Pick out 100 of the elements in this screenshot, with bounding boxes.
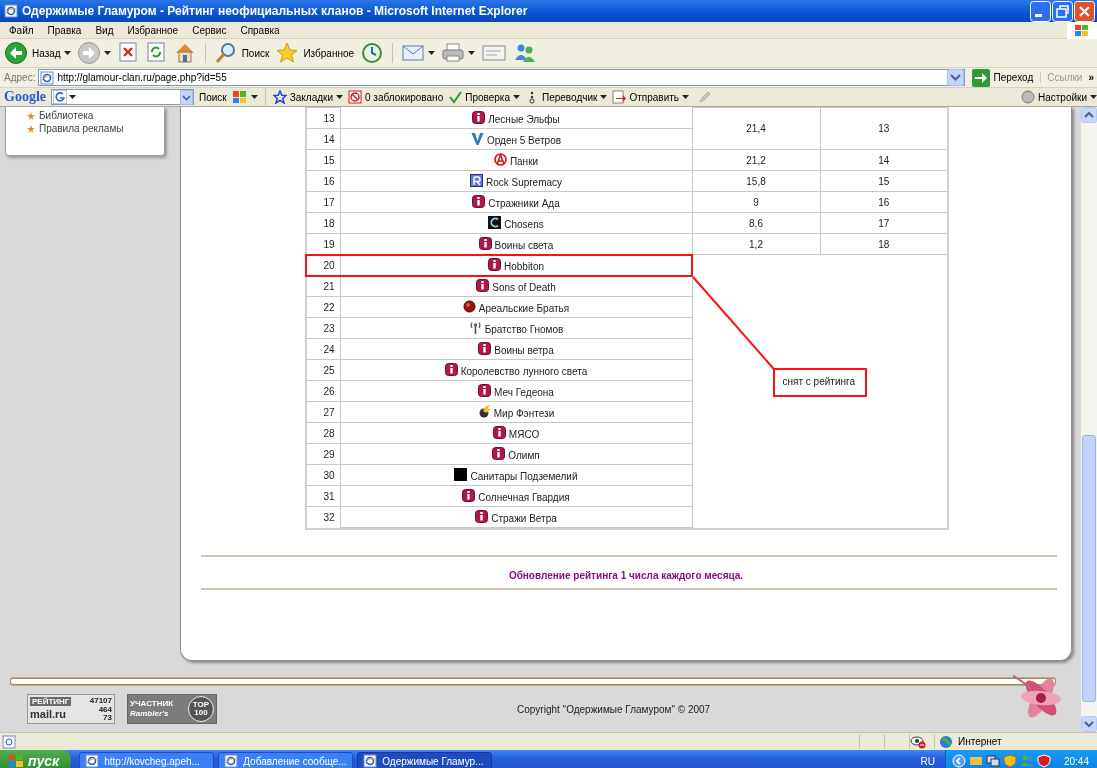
taskbar-button[interactable]: Одержимые Гламур... bbox=[357, 752, 493, 768]
google-logo: Google bbox=[4, 89, 46, 105]
globe-icon bbox=[939, 734, 953, 749]
rank-cell: 24 bbox=[306, 338, 340, 360]
clan-name[interactable]: Солнечная Гвардия bbox=[478, 488, 570, 503]
dropdown-icon[interactable] bbox=[180, 89, 193, 105]
address-field[interactable]: http://glamour-clan.ru/page.php?id=55 bbox=[38, 69, 965, 86]
page-icon bbox=[2, 734, 16, 749]
clan-name[interactable]: Меч Гедеона bbox=[494, 383, 554, 398]
caret-icon bbox=[428, 51, 436, 55]
clan-name[interactable]: Sons of Death bbox=[492, 278, 556, 293]
history-button[interactable] bbox=[360, 41, 385, 65]
score-cell: 1,2 bbox=[692, 233, 820, 255]
info-icon bbox=[492, 426, 506, 439]
menu-item[interactable]: Сервис bbox=[185, 24, 234, 36]
search-field[interactable] bbox=[51, 89, 194, 105]
clan-name[interactable]: Стражники Ада bbox=[488, 194, 560, 209]
dropdown-icon[interactable] bbox=[946, 69, 964, 86]
refresh-icon bbox=[144, 41, 167, 65]
print-button[interactable] bbox=[441, 41, 476, 65]
info-icon bbox=[472, 195, 486, 208]
tools-button[interactable] bbox=[231, 90, 258, 104]
info-icon bbox=[478, 237, 492, 250]
search-button[interactable]: Поиск bbox=[199, 91, 227, 103]
clan-name[interactable]: Панки bbox=[509, 152, 539, 167]
counter-brand: Rambler's bbox=[130, 709, 170, 719]
clan-name[interactable]: Санитары Подземелий bbox=[470, 467, 578, 482]
info-icon bbox=[478, 342, 492, 355]
menu-item[interactable]: Избранное bbox=[120, 24, 186, 36]
taskbar-button[interactable]: http://kovcheg.apeh... bbox=[79, 752, 215, 768]
menu-item[interactable]: Правка bbox=[40, 24, 89, 36]
language-indicator[interactable]: RU bbox=[920, 755, 935, 767]
clan-name[interactable]: Chosens bbox=[504, 215, 544, 230]
scrollbar[interactable] bbox=[1081, 107, 1097, 732]
zone-label: Интернет bbox=[958, 736, 1002, 747]
menu-item[interactable]: Справка bbox=[233, 24, 287, 36]
clan-name[interactable]: Братство Гномов bbox=[484, 320, 564, 335]
caret-icon bbox=[63, 51, 71, 55]
caret-icon bbox=[103, 51, 111, 55]
spell-button[interactable]: Проверка bbox=[448, 90, 520, 104]
caret-icon bbox=[69, 95, 76, 99]
clan-name[interactable]: МЯСО bbox=[508, 425, 540, 440]
send-button[interactable]: Отправить bbox=[612, 90, 689, 104]
caret-icon bbox=[336, 95, 343, 99]
page-icon bbox=[363, 754, 378, 768]
pencil-icon bbox=[698, 90, 712, 104]
clan-name[interactable]: Воины ветра bbox=[494, 341, 554, 356]
tray-icon[interactable] bbox=[968, 754, 983, 768]
caret-icon bbox=[1090, 95, 1097, 99]
flag-icon bbox=[8, 753, 24, 768]
restore-icon[interactable] bbox=[1052, 0, 1073, 22]
go-button[interactable]: Переход bbox=[967, 68, 1038, 87]
window-title: Одержимые Гламуром - Рейтинг неофициальных кланов - Microsoft Internet Explorer bbox=[22, 4, 529, 18]
blocked-button[interactable]: 0 заблокировано bbox=[348, 90, 444, 104]
score-cell: 15,8 bbox=[692, 170, 820, 192]
counter-value: 464 bbox=[98, 705, 112, 714]
info-icon bbox=[462, 489, 476, 502]
bookmarks-button[interactable]: Закладки bbox=[272, 90, 343, 104]
mail-counter[interactable]: РЕЙТИНГ 47107 mail.ru 464 73 bbox=[27, 694, 115, 724]
menu-item[interactable]: Вид bbox=[88, 24, 121, 36]
back-button[interactable]: Назад bbox=[4, 41, 71, 65]
score-cell: 21,2 bbox=[692, 149, 820, 171]
sidebar-link[interactable]: Правила рекламы bbox=[39, 123, 124, 134]
clan-name[interactable]: Олимп bbox=[508, 446, 540, 461]
circle-icon bbox=[1020, 90, 1035, 104]
forward-button[interactable] bbox=[76, 41, 111, 65]
taskbar-button[interactable]: Добавление сообще... bbox=[218, 752, 354, 768]
anarchy-icon bbox=[493, 153, 507, 166]
clan-name[interactable]: Лесные Эльфы bbox=[488, 110, 560, 125]
clan-name[interactable]: Орден 5 Ветров bbox=[486, 131, 562, 146]
rank-cell: 26 bbox=[306, 380, 340, 402]
network-icon[interactable] bbox=[985, 754, 1000, 768]
stop-button[interactable] bbox=[116, 41, 139, 65]
translate-button[interactable]: Переводчик bbox=[525, 90, 608, 104]
clan-name[interactable]: Королевство лунного света bbox=[460, 362, 588, 377]
start-button[interactable]: пуск bbox=[0, 750, 72, 768]
chevron-button[interactable]: » bbox=[1085, 72, 1097, 83]
settings-button[interactable]: Настройки bbox=[1020, 90, 1097, 104]
rambler-counter[interactable]: УЧАСТНИК Rambler's TOP 100 bbox=[127, 694, 217, 724]
clan-name[interactable]: Ареальские Братья bbox=[478, 299, 570, 314]
refresh-button[interactable] bbox=[144, 41, 167, 65]
clan-name[interactable]: Hobbiton bbox=[504, 257, 544, 272]
printer-icon bbox=[441, 41, 466, 65]
score-cell: 21,4 bbox=[692, 107, 820, 150]
shield-icon[interactable] bbox=[1002, 754, 1017, 768]
clan-name[interactable]: Воины света bbox=[494, 236, 554, 251]
clan-name[interactable]: Мир Фэнтези bbox=[493, 404, 555, 419]
favorites-button[interactable]: Избранное bbox=[275, 41, 355, 65]
info-icon bbox=[478, 384, 492, 397]
sidebar-link[interactable]: Библиотека bbox=[39, 110, 94, 121]
close-icon[interactable] bbox=[1074, 0, 1095, 22]
info-icon bbox=[472, 111, 486, 124]
g-icon bbox=[53, 90, 67, 104]
search-button[interactable]: Поиск bbox=[213, 41, 270, 65]
minimize-icon[interactable] bbox=[1030, 0, 1051, 22]
clan-name[interactable]: Стражи Ветра bbox=[491, 509, 557, 524]
menu-item[interactable]: Файл bbox=[2, 24, 41, 36]
clan-name[interactable]: Rock Supremacy bbox=[485, 173, 563, 188]
top-badge: TOP 100 bbox=[188, 696, 214, 722]
chevron-icon[interactable] bbox=[951, 754, 966, 768]
